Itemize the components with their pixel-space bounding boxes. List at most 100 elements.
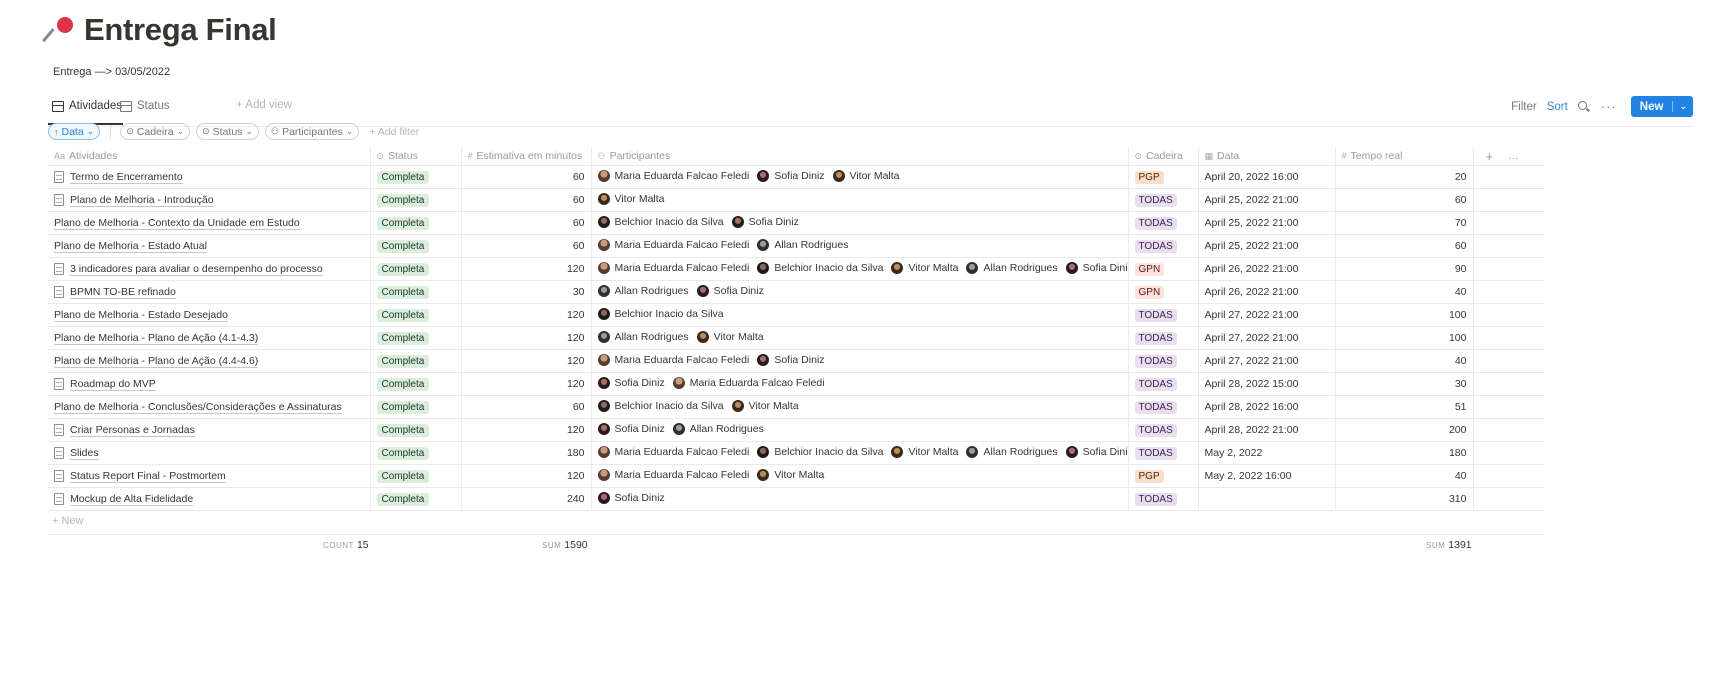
participant-chip[interactable]: Maria Eduarda Falcao Feledi (597, 468, 749, 481)
table-row[interactable]: Status Report Final - Postmortem Completa… (48, 464, 1544, 488)
cell-tempo-real[interactable]: 180 (1335, 441, 1474, 465)
cell-estimativa[interactable]: 60 (461, 211, 592, 235)
cell-participantes[interactable]: Maria Eduarda Falcao Feledi Sofia Diniz Vi… (591, 165, 1129, 189)
filter-button[interactable]: Filter (1511, 101, 1537, 113)
filter-chip-cadeira[interactable]: ⊙ Cadeira ⌄ (120, 123, 191, 140)
activity-title-link[interactable]: Plano de Melhoria - Plano de Ação (4.4-4… (54, 355, 259, 368)
table-row[interactable]: Plano de Melhoria - Estado Desejado Compl… (48, 303, 1544, 327)
participant-chip[interactable]: Belchior Inacio da Silva (597, 307, 724, 320)
participant-chip[interactable]: Allan Rodrigues (966, 445, 1058, 458)
cell-tempo-real[interactable]: 20 (1335, 165, 1474, 189)
cell-cadeira[interactable]: TODAS (1128, 211, 1199, 235)
activity-title-link[interactable]: Roadmap do MVP (70, 378, 156, 391)
sort-chip-data[interactable]: ↑ Data ⌄ (48, 123, 101, 140)
participant-chip[interactable]: Belchior Inacio da Silva (757, 261, 883, 274)
participant-chip[interactable]: Belchior Inacio da Silva (597, 215, 724, 228)
add-view-button[interactable]: + Add view (236, 99, 292, 111)
cell-participantes[interactable]: Belchior Inacio da Silva (591, 303, 1129, 327)
cell-data[interactable]: April 26, 2022 21:00 (1198, 257, 1336, 281)
pushpin-icon[interactable] (42, 15, 78, 45)
cell-cadeira[interactable]: TODAS (1128, 188, 1199, 212)
col-header-participantes[interactable]: ⚇ Participantes (591, 147, 1129, 166)
activity-title-link[interactable]: Plano de Melhoria - Contexto da Unidade … (54, 217, 300, 230)
participant-chip[interactable]: Vitor Malta (891, 261, 958, 274)
participant-chip[interactable]: Maria Eduarda Falcao Feledi (597, 261, 749, 274)
table-row[interactable]: Criar Personas e Jornadas Completa 120 Sofi… (48, 418, 1544, 442)
cell-estimativa[interactable]: 120 (461, 418, 592, 442)
add-property-icon[interactable]: + (1486, 149, 1494, 164)
table-row[interactable]: Mockup de Alta Fidelidade Completa 240 Sofi… (48, 487, 1544, 511)
count-calculation[interactable]: COUNT 15 (323, 539, 369, 551)
cell-estimativa[interactable]: 60 (461, 395, 592, 419)
col-header-cadeira[interactable]: ⊙ Cadeira (1128, 147, 1199, 166)
cell-cadeira[interactable]: PGP (1128, 165, 1199, 189)
sum-tempo-real[interactable]: SUM 1391 (1426, 539, 1472, 551)
cell-participantes[interactable]: Sofia Diniz (591, 487, 1129, 511)
cell-estimativa[interactable]: 240 (461, 487, 592, 511)
activity-title-link[interactable]: Mockup de Alta Fidelidade (70, 493, 194, 506)
cell-cadeira[interactable]: TODAS (1128, 441, 1199, 465)
cell-atividade[interactable]: Plano de Melhoria - Plano de Ação (4.1-4… (48, 326, 371, 350)
cell-status[interactable]: Completa (370, 372, 462, 396)
cell-cadeira[interactable]: TODAS (1128, 349, 1199, 373)
cell-cadeira[interactable]: GPN (1128, 257, 1199, 281)
participant-chip[interactable]: Sofia Diniz (757, 353, 825, 366)
participant-chip[interactable]: Sofia Diniz (757, 169, 825, 182)
participant-chip[interactable]: Vitor Malta (832, 169, 900, 182)
table-row[interactable]: Plano de Melhoria - Conclusões/Considera… (48, 395, 1544, 419)
cell-atividade[interactable]: Plano de Melhoria - Conclusões/Considera… (48, 395, 371, 419)
activity-title-link[interactable]: Plano de Melhoria - Conclusões/Considera… (54, 401, 342, 414)
cell-status[interactable]: Completa (370, 464, 462, 488)
col-header-status[interactable]: ⊙ Status (370, 147, 462, 166)
cell-atividade[interactable]: BPMN TO-BE refinado (48, 280, 371, 304)
cell-participantes[interactable]: Vitor Malta (591, 188, 1129, 212)
cell-status[interactable]: Completa (370, 188, 462, 212)
cell-status[interactable]: Completa (370, 211, 462, 235)
cell-status[interactable]: Completa (370, 349, 462, 373)
cell-participantes[interactable]: Belchior Inacio da Silva Vitor Malta (591, 395, 1129, 419)
col-header-estimativa[interactable]: # Estimativa em minutos (461, 147, 592, 166)
activity-title-link[interactable]: Plano de Melhoria - Plano de Ação (4.1-4… (54, 332, 259, 345)
cell-atividade[interactable]: 3 indicadores para avaliar o desempenho … (48, 257, 371, 281)
tab-atividades[interactable]: Atividades (52, 100, 122, 112)
chevron-down-icon[interactable]: ⌄ (1672, 101, 1693, 112)
col-header-data[interactable]: ▦ Data (1198, 147, 1336, 166)
cell-participantes[interactable]: Maria Eduarda Falcao Feledi Belchior Inac… (591, 257, 1129, 281)
participant-chip[interactable]: Allan Rodrigues (757, 238, 848, 251)
cell-estimativa[interactable]: 120 (461, 464, 592, 488)
filter-chip-participantes[interactable]: ⚇ Participantes ⌄ (264, 123, 360, 140)
activity-title-link[interactable]: Criar Personas e Jornadas (70, 424, 195, 437)
cell-data[interactable]: April 25, 2022 21:00 (1198, 234, 1336, 258)
cell-atividade[interactable]: Slides (48, 441, 371, 465)
participant-chip[interactable]: Sofia Diniz (597, 491, 665, 504)
cell-cadeira[interactable]: TODAS (1128, 418, 1199, 442)
table-row[interactable]: 3 indicadores para avaliar o desempenho … (48, 257, 1544, 281)
participant-chip[interactable]: Vitor Malta (696, 330, 764, 343)
participant-chip[interactable]: Allan Rodrigues (597, 284, 689, 297)
page-description[interactable]: Entrega —> 03/05/2022 (53, 66, 170, 78)
add-filter-button[interactable]: + Add filter (369, 126, 419, 138)
cell-status[interactable]: Completa (370, 234, 462, 258)
cell-data[interactable]: April 27, 2022 21:00 (1198, 326, 1336, 350)
filter-chip-status[interactable]: ⊙ Status ⌄ (196, 123, 259, 140)
participant-chip[interactable]: Vitor Malta (891, 445, 958, 458)
cell-atividade[interactable]: Plano de Melhoria - Estado Desejado (48, 303, 371, 327)
cell-tempo-real[interactable]: 200 (1335, 418, 1474, 442)
cell-estimativa[interactable]: 120 (461, 303, 592, 327)
cell-cadeira[interactable]: TODAS (1128, 395, 1199, 419)
participant-chip[interactable]: Maria Eduarda Falcao Feledi (672, 376, 825, 389)
tab-status[interactable]: Status (120, 100, 170, 112)
participant-chip[interactable]: Belchior Inacio da Silva (597, 399, 724, 412)
cell-tempo-real[interactable]: 90 (1335, 257, 1474, 281)
cell-atividade[interactable]: Plano de Melhoria - Introdução (48, 188, 371, 212)
cell-data[interactable]: April 20, 2022 16:00 (1198, 165, 1336, 189)
search-icon[interactable] (1577, 101, 1589, 112)
cell-cadeira[interactable]: PGP (1128, 464, 1199, 488)
table-row[interactable]: Plano de Melhoria - Plano de Ação (4.4-4… (48, 349, 1544, 373)
cell-cadeira[interactable]: TODAS (1128, 303, 1199, 327)
cell-tempo-real[interactable]: 60 (1335, 188, 1474, 212)
cell-participantes[interactable]: Maria Eduarda Falcao Feledi Belchior Inac… (591, 441, 1129, 465)
cell-cadeira[interactable]: TODAS (1128, 234, 1199, 258)
cell-participantes[interactable]: Sofia Diniz Maria Eduarda Falcao Feledi (591, 372, 1129, 396)
activity-title-link[interactable]: Plano de Melhoria - Introdução (70, 194, 214, 207)
